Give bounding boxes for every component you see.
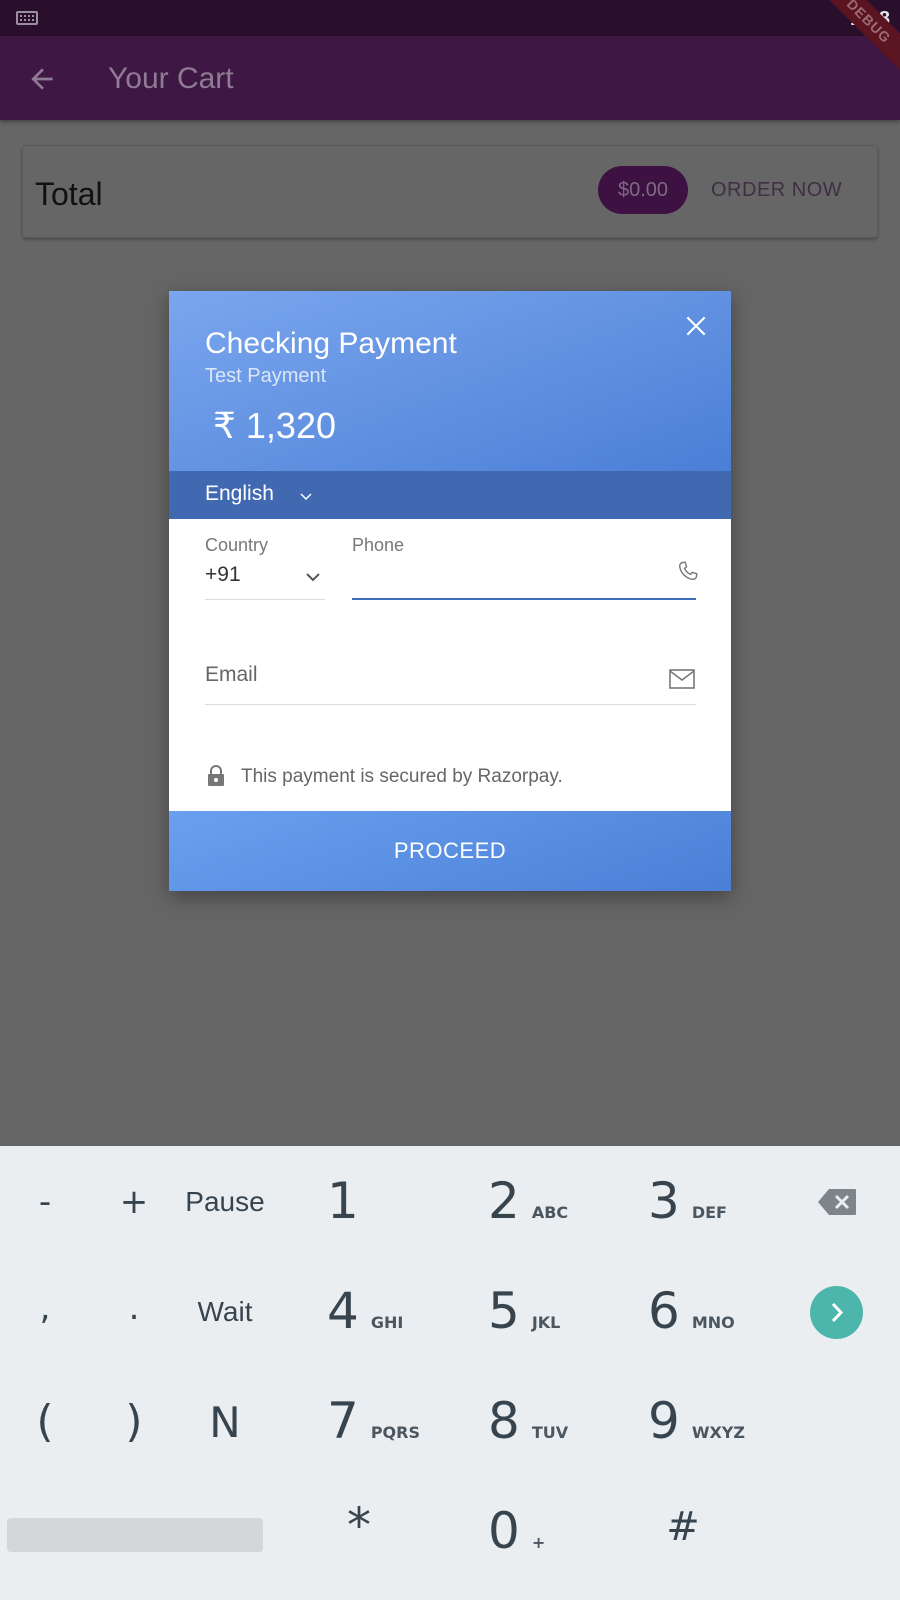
key-0[interactable]: 0 + (488, 1502, 545, 1560)
key-plus[interactable]: + (94, 1182, 174, 1222)
language-label: English (205, 482, 274, 505)
lock-icon (208, 765, 224, 786)
key-digit: 9 (648, 1392, 680, 1450)
key-2[interactable]: 2 ABC (488, 1172, 568, 1230)
key-digit: 1 (327, 1172, 359, 1230)
key-digit: 5 (488, 1282, 520, 1340)
key-letters: PQRS (370, 1423, 420, 1442)
debug-banner: DEBUG (818, 0, 900, 72)
order-now-button[interactable]: ORDER NOW (711, 179, 842, 202)
chevron-down-icon[interactable] (305, 569, 321, 585)
app-bar: Your Cart (0, 36, 900, 120)
key-8[interactable]: 8 TUV (488, 1392, 568, 1450)
total-amount-chip: $0.00 (598, 166, 688, 214)
key-letters: DEF (691, 1203, 727, 1222)
key-pause[interactable]: Pause (175, 1186, 275, 1218)
backspace-icon[interactable] (817, 1188, 857, 1216)
key-right-paren[interactable]: ) (94, 1396, 174, 1447)
key-n[interactable]: N (185, 1398, 265, 1447)
phone-underline (352, 598, 696, 600)
numeric-keypad: - + Pause 1 2 ABC 3 DEF , . Wait 4 GHI 5 JKL… (0, 1146, 900, 1600)
key-digit: 8 (488, 1392, 520, 1450)
key-digit: 7 (327, 1392, 359, 1450)
key-5[interactable]: 5 JKL (488, 1282, 560, 1340)
country-label: Country (205, 535, 269, 555)
proceed-button[interactable]: PROCEED (169, 811, 731, 891)
key-letters: TUV (531, 1423, 569, 1442)
key-4[interactable]: 4 GHI (327, 1282, 403, 1340)
key-comma[interactable]: , (5, 1288, 85, 1328)
merchant-name: Checking Payment (205, 327, 457, 360)
mail-icon (669, 669, 695, 689)
key-left-paren[interactable]: ( (5, 1396, 85, 1447)
key-star[interactable]: * (319, 1498, 399, 1554)
total-card: Total $0.00 ORDER NOW (22, 145, 878, 238)
keyboard-icon (16, 11, 38, 25)
key-letters: GHI (370, 1313, 404, 1332)
key-9[interactable]: 9 WXYZ (648, 1392, 745, 1450)
phone-label: Phone (352, 535, 405, 555)
key-letters: ABC (531, 1203, 569, 1222)
close-icon[interactable] (683, 313, 709, 339)
key-digit: 0 (488, 1502, 520, 1560)
next-button[interactable] (810, 1286, 863, 1339)
chevron-down-icon (300, 493, 312, 501)
country-underline (205, 599, 325, 600)
debug-banner-clip: DEBUG (810, 0, 900, 90)
key-digit: 3 (648, 1172, 680, 1230)
phone-input[interactable] (352, 557, 642, 593)
phone-icon (678, 561, 698, 581)
key-wait[interactable]: Wait (175, 1296, 275, 1328)
space-key[interactable] (7, 1518, 263, 1552)
key-digit: 6 (648, 1282, 680, 1340)
arrow-back-icon[interactable] (26, 63, 58, 95)
payment-form: Country +91 Phone This payment is secure… (169, 519, 731, 811)
payment-dialog: Checking Payment Test Payment ₹ 1,320 En… (169, 291, 731, 891)
key-7[interactable]: 7 PQRS (327, 1392, 420, 1450)
key-digit: 4 (327, 1282, 359, 1340)
secure-notice: This payment is secured by Razorpay. (241, 766, 563, 787)
key-1[interactable]: 1 (327, 1172, 359, 1230)
payment-header: Checking Payment Test Payment ₹ 1,320 (169, 291, 731, 471)
key-letters: WXYZ (691, 1423, 745, 1442)
country-code-select[interactable]: +91 (205, 563, 241, 587)
key-letters: + (531, 1533, 546, 1552)
email-input[interactable] (205, 655, 645, 695)
key-digit: 2 (488, 1172, 520, 1230)
language-selector[interactable]: English (169, 471, 731, 519)
payment-description: Test Payment (205, 365, 327, 387)
key-period[interactable]: . (94, 1288, 174, 1328)
key-letters: MNO (691, 1313, 735, 1332)
chevron-right-icon (831, 1302, 844, 1323)
total-label: Total (35, 176, 103, 212)
page-title: Your Cart (108, 62, 234, 95)
key-hash[interactable]: # (643, 1504, 723, 1550)
key-letters: JKL (531, 1313, 561, 1332)
key-minus[interactable]: - (5, 1182, 85, 1222)
email-underline (205, 704, 696, 705)
key-6[interactable]: 6 MNO (648, 1282, 735, 1340)
payment-amount: ₹ 1,320 (213, 405, 336, 446)
key-3[interactable]: 3 DEF (648, 1172, 727, 1230)
status-bar: 1:28 (0, 0, 900, 36)
